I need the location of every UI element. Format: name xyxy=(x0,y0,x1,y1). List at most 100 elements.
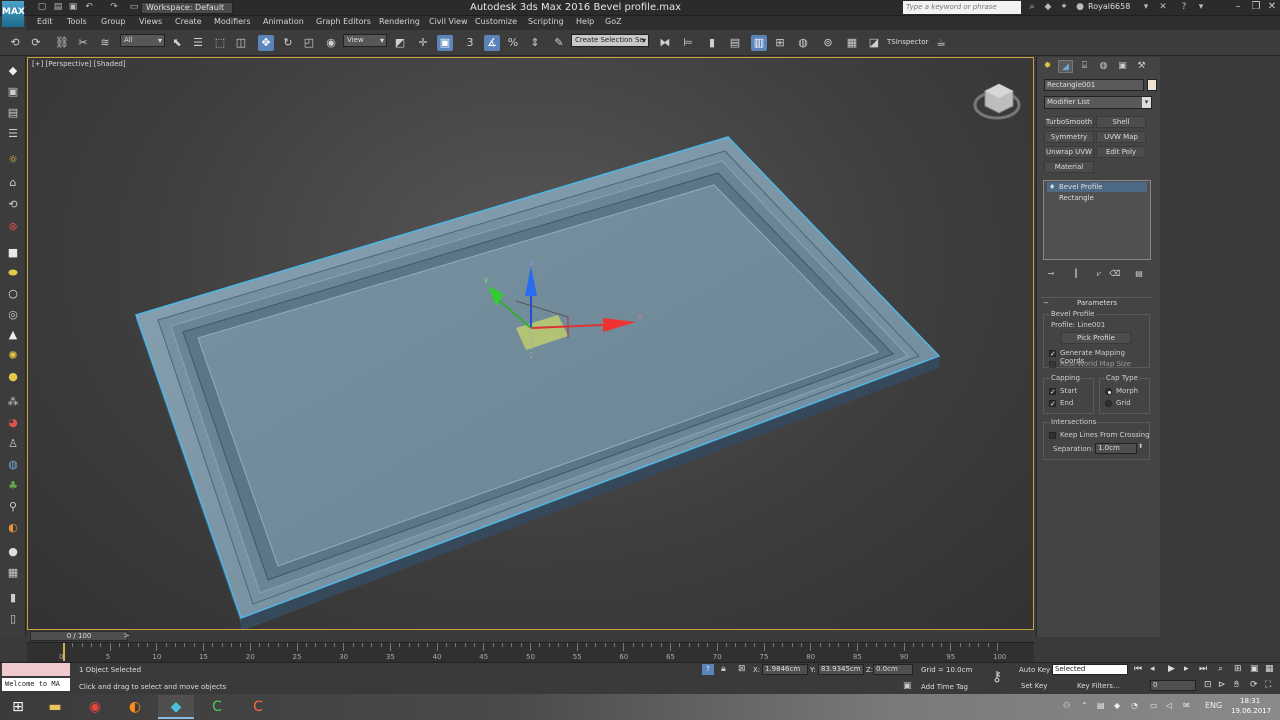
menu-create[interactable]: Create xyxy=(175,17,202,26)
select-and-scale-icon[interactable]: ◰ xyxy=(301,35,317,51)
create-tab-icon[interactable]: ✸ xyxy=(1040,60,1055,73)
select-by-name-icon[interactable]: ☰ xyxy=(190,35,206,51)
communication-icon[interactable]: ✦ xyxy=(1058,2,1070,13)
graphite-tools-icon[interactable]: ▤ xyxy=(5,105,21,121)
system-icon[interactable]: ⊛ xyxy=(5,219,21,235)
menu-rendering[interactable]: Rendering xyxy=(379,17,420,26)
previous-frame-icon[interactable]: ◂ xyxy=(1150,664,1155,674)
tray-language[interactable]: ENG xyxy=(1205,701,1222,710)
select-and-rotate-icon[interactable]: ↻ xyxy=(280,35,296,51)
window-crossing-icon[interactable]: ◫ xyxy=(233,35,249,51)
separation-spinner[interactable]: 1.0cm xyxy=(1095,443,1137,454)
time-slider-next-icon[interactable]: > xyxy=(123,631,130,640)
tray-time[interactable]: 18:31 xyxy=(1240,697,1260,705)
material-editor-icon[interactable]: ◍ xyxy=(795,35,811,51)
timeline[interactable]: 0 5 10 15 20 25 30 35 40 45 50 55 60 65 70 75 80 85 90 95 10… xyxy=(27,642,1034,662)
settings-icon[interactable]: ▯ xyxy=(5,611,21,627)
biped-icon[interactable]: ♙ xyxy=(5,436,21,452)
tray-volume-icon[interactable]: ◁ xyxy=(1166,701,1172,710)
layer-icon[interactable]: ▮ xyxy=(5,590,21,606)
chrome-icon[interactable]: ◉ xyxy=(77,695,113,719)
teapot-primitive-icon[interactable]: ● xyxy=(5,369,21,385)
bind-space-warp-icon[interactable]: ≋ xyxy=(97,35,113,51)
user-dropdown-icon[interactable]: ▾ xyxy=(1140,2,1152,13)
cylinder-primitive-icon[interactable]: ⬬ xyxy=(5,265,21,281)
rect-selection-icon[interactable]: ⬚ xyxy=(212,35,228,51)
menu-views[interactable]: Views xyxy=(139,17,162,26)
menu-tools[interactable]: Tools xyxy=(67,17,87,26)
next-frame-icon[interactable]: ▸ xyxy=(1184,664,1189,674)
rollout-collapse-icon[interactable]: − xyxy=(1043,298,1049,308)
pin-stack-icon[interactable]: ⊸ xyxy=(1045,268,1057,280)
time-tag-icon[interactable]: ▣ xyxy=(903,681,912,691)
unlink-icon[interactable]: ✂ xyxy=(75,35,91,51)
modifier-stack[interactable]: ♦ Bevel Profile Rectangle xyxy=(1043,180,1151,260)
placement-icon[interactable]: ◉ xyxy=(323,35,339,51)
zoom-icon[interactable]: ⌕ xyxy=(1218,664,1223,674)
edit-poly-button[interactable]: Edit Poly xyxy=(1096,146,1146,158)
snaps-toggle-icon[interactable]: 3 xyxy=(462,35,478,51)
helper-icon[interactable]: ⟲ xyxy=(5,197,21,213)
angle-snap-icon[interactable]: ∡ xyxy=(484,35,500,51)
3ds-max-taskbar-icon[interactable]: ◆ xyxy=(158,695,194,719)
named-selection-set-dropdown[interactable]: Create Selection Se xyxy=(571,34,649,47)
y-coordinate-field[interactable]: 83.9345cm xyxy=(818,664,864,675)
x-coordinate-field[interactable]: 1.9846cm xyxy=(762,664,808,675)
scene-explorer-icon[interactable]: ☰ xyxy=(5,126,21,142)
tray-network-icon[interactable]: ▤ xyxy=(1097,701,1105,710)
app-logo[interactable]: MAX xyxy=(2,1,25,27)
viewcube[interactable] xyxy=(973,83,1021,120)
mirror-icon[interactable]: ⧓ xyxy=(657,35,673,51)
stack-item-rectangle[interactable]: Rectangle xyxy=(1047,193,1147,203)
unwrap-uvw-button[interactable]: Unwrap UVW xyxy=(1044,146,1094,158)
menu-graph-editors[interactable]: Graph Editors xyxy=(316,17,371,26)
cone-primitive-icon[interactable]: ▲ xyxy=(5,327,21,343)
material-button[interactable]: Material xyxy=(1044,161,1094,173)
modify-tab-icon[interactable]: ◢ xyxy=(1058,60,1073,73)
edit-named-selection-icon[interactable]: ✎ xyxy=(551,35,567,51)
bevel-frame-object[interactable] xyxy=(135,136,941,630)
help-icon[interactable]: ? xyxy=(1178,2,1190,13)
curve-editor-icon[interactable]: ▥ xyxy=(751,35,767,51)
user-icon[interactable]: ● xyxy=(1074,2,1086,13)
camera-icon[interactable]: ⌂ xyxy=(5,175,21,191)
auto-key-button[interactable]: Auto Key xyxy=(1019,666,1050,674)
undo-icon[interactable]: ⟲ xyxy=(7,35,23,51)
cap-start-checkbox[interactable]: ✓ xyxy=(1049,388,1056,396)
tray-notification-icon[interactable]: ✉ xyxy=(1183,701,1190,710)
undo-icon[interactable]: ↶ xyxy=(83,2,95,13)
render-setup-icon[interactable]: ⊚ xyxy=(820,35,836,51)
tray-date[interactable]: 19.06.2017 xyxy=(1231,707,1271,715)
menu-help[interactable]: Help xyxy=(576,17,594,26)
globe-icon[interactable]: ◍ xyxy=(5,457,21,473)
modifier-list-dropdown[interactable]: Modifier List xyxy=(1044,96,1152,109)
layer-explorer-icon[interactable]: ▮ xyxy=(704,35,720,51)
zoom-extents-all-icon[interactable]: ▦ xyxy=(1265,664,1274,674)
generate-mapping-checkbox[interactable]: ✓ xyxy=(1049,350,1056,358)
rendered-frame-window-icon[interactable]: ▦ xyxy=(844,35,860,51)
camtasia-icon[interactable]: C xyxy=(199,695,235,719)
project-folder-icon[interactable]: ▭ xyxy=(128,2,140,13)
show-end-result-icon[interactable]: ┃ xyxy=(1070,268,1082,280)
time-slider-track[interactable] xyxy=(27,630,1034,642)
display-tab-icon[interactable]: ▣ xyxy=(1115,60,1130,73)
link-icon[interactable]: ⛓ xyxy=(54,35,70,51)
object-color-swatch[interactable] xyxy=(1147,79,1157,91)
torus-primitive-icon[interactable]: ◎ xyxy=(5,307,21,323)
new-file-icon[interactable]: ▢ xyxy=(36,2,48,13)
turbosmooth-button[interactable]: TurboSmooth xyxy=(1044,116,1094,128)
key-mode-dropdown[interactable]: Selected xyxy=(1052,664,1128,675)
ts-inspector-label[interactable]: TSInspector xyxy=(887,38,928,46)
key-icon[interactable]: ⚷ xyxy=(992,669,1002,685)
lightbulb-icon[interactable]: ♦ xyxy=(1049,182,1055,192)
grid-radio[interactable] xyxy=(1105,400,1112,407)
utilities-tab-icon[interactable]: ⚒ xyxy=(1134,60,1149,73)
teapot-icon[interactable]: ☕ xyxy=(933,35,949,51)
z-coordinate-field[interactable]: 0.0cm xyxy=(873,664,913,675)
morph-radio[interactable] xyxy=(1105,388,1112,395)
menu-edit[interactable]: Edit xyxy=(37,17,53,26)
particle-icon[interactable]: ⁂ xyxy=(5,394,21,410)
real-world-map-size-checkbox[interactable] xyxy=(1049,361,1056,368)
sun-light-icon[interactable]: ☼ xyxy=(5,152,21,168)
object-name-field[interactable]: Rectangle001 xyxy=(1044,79,1144,91)
